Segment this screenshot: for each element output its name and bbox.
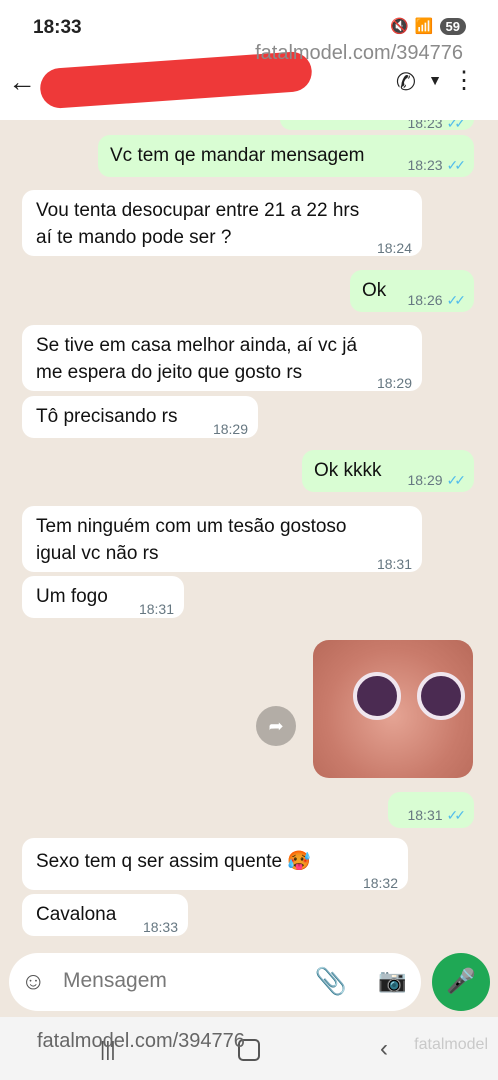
message-bubble[interactable]: Ok kkkk 18:29 ✓✓: [302, 450, 474, 492]
message-text: Se tive em casa melhor ainda, aí vc já m…: [36, 335, 358, 383]
message-time: 18:26: [407, 292, 443, 308]
message-text: Tem ninguém com um tesão gostoso igual v…: [36, 516, 347, 564]
message-bubble[interactable]: Vc tem qe mandar mensagem 18:23 ✓✓: [98, 135, 474, 177]
message-time: 18:24: [376, 240, 412, 256]
read-ticks-icon: ✓✓: [446, 120, 467, 131]
sticker-image[interactable]: [313, 640, 473, 778]
watermark-logo: fatalmodel: [414, 1036, 488, 1053]
watermark-top: fatalmodel.com/394776: [255, 42, 463, 64]
message-partial: 18:23 ✓✓: [280, 120, 474, 131]
message-text: Vc tem qe mandar mensagem: [110, 145, 365, 166]
message-time: 18:31: [376, 556, 412, 572]
forward-icon[interactable]: ➦: [256, 706, 296, 746]
sticker-time-bubble: 18:31 ✓✓: [388, 792, 474, 828]
sticker-eye-left: [353, 672, 401, 720]
read-ticks-icon: ✓✓: [446, 157, 467, 173]
status-time: 18:33: [33, 17, 82, 38]
message-text: Um fogo: [36, 586, 108, 607]
nav-back-button[interactable]: ‹: [380, 1035, 388, 1063]
read-ticks-icon: ✓✓: [446, 292, 467, 308]
message-time: 18:32: [362, 875, 398, 891]
message-time: 18:29: [212, 421, 248, 437]
message-text: Vou tenta desocupar entre 21 a 22 hrs aí…: [36, 200, 360, 248]
message-time: 18:29: [407, 472, 443, 488]
mute-icon: 🔇: [390, 18, 409, 35]
message-time: 18:31: [407, 807, 443, 823]
watermark-bottom: fatalmodel.com/394776: [37, 1030, 245, 1052]
message-bubble[interactable]: Vou tenta desocupar entre 21 a 22 hrs aí…: [22, 190, 422, 256]
read-ticks-icon: ✓✓: [446, 807, 467, 823]
message-time: 18:29: [376, 375, 412, 391]
chat-header: ← ✆ ▼ ⋮: [0, 50, 498, 120]
message-text: Tô precisando rs: [36, 406, 178, 427]
more-vert-icon[interactable]: ⋮: [452, 66, 476, 95]
message-list[interactable]: 18:23 ✓✓ Vc tem qe mandar mensagem 18:23 ✓…: [0, 120, 498, 952]
message-text: Ok kkkk: [314, 460, 382, 481]
battery-badge: 59: [439, 17, 466, 35]
mic-icon[interactable]: 🎤: [432, 953, 490, 1011]
read-ticks-icon: ✓✓: [446, 472, 467, 488]
status-icons: 🔇 📶 59: [390, 17, 466, 35]
chevron-down-icon[interactable]: ▼: [428, 72, 442, 88]
message-time: 18:31: [138, 601, 174, 617]
arrow-left-icon[interactable]: ←: [8, 66, 36, 98]
message-bubble[interactable]: Sexo tem q ser assim quente 🥵 18:32: [22, 838, 408, 891]
sticker-icon[interactable]: ☺: [21, 968, 46, 996]
message-bubble[interactable]: Ok 18:26 ✓✓: [350, 270, 474, 312]
camera-icon[interactable]: 📷: [378, 967, 407, 994]
message-bubble[interactable]: Se tive em casa melhor ainda, aí vc já m…: [22, 325, 422, 391]
message-composer: ☺ Mensagem 📎 📷: [9, 953, 421, 1011]
message-bubble[interactable]: Tô precisando rs 18:29: [22, 396, 258, 438]
message-time: 18:23: [407, 120, 443, 131]
message-text: Sexo tem q ser assim quente 🥵: [36, 851, 311, 872]
message-bubble[interactable]: Cavalona 18:33: [22, 894, 188, 936]
message-text: Cavalona: [36, 904, 117, 925]
message-bubble[interactable]: Um fogo 18:31: [22, 576, 184, 618]
wifi-icon: 📶: [414, 18, 434, 35]
message-time: 18:33: [142, 919, 178, 935]
phone-icon[interactable]: ✆: [396, 68, 416, 97]
message-time: 18:23: [407, 157, 443, 173]
message-input[interactable]: Mensagem: [63, 969, 167, 993]
sticker-eye-right: [417, 672, 465, 720]
message-bubble[interactable]: Tem ninguém com um tesão gostoso igual v…: [22, 506, 422, 572]
paperclip-icon[interactable]: 📎: [315, 966, 347, 997]
message-text: Ok: [362, 280, 387, 301]
